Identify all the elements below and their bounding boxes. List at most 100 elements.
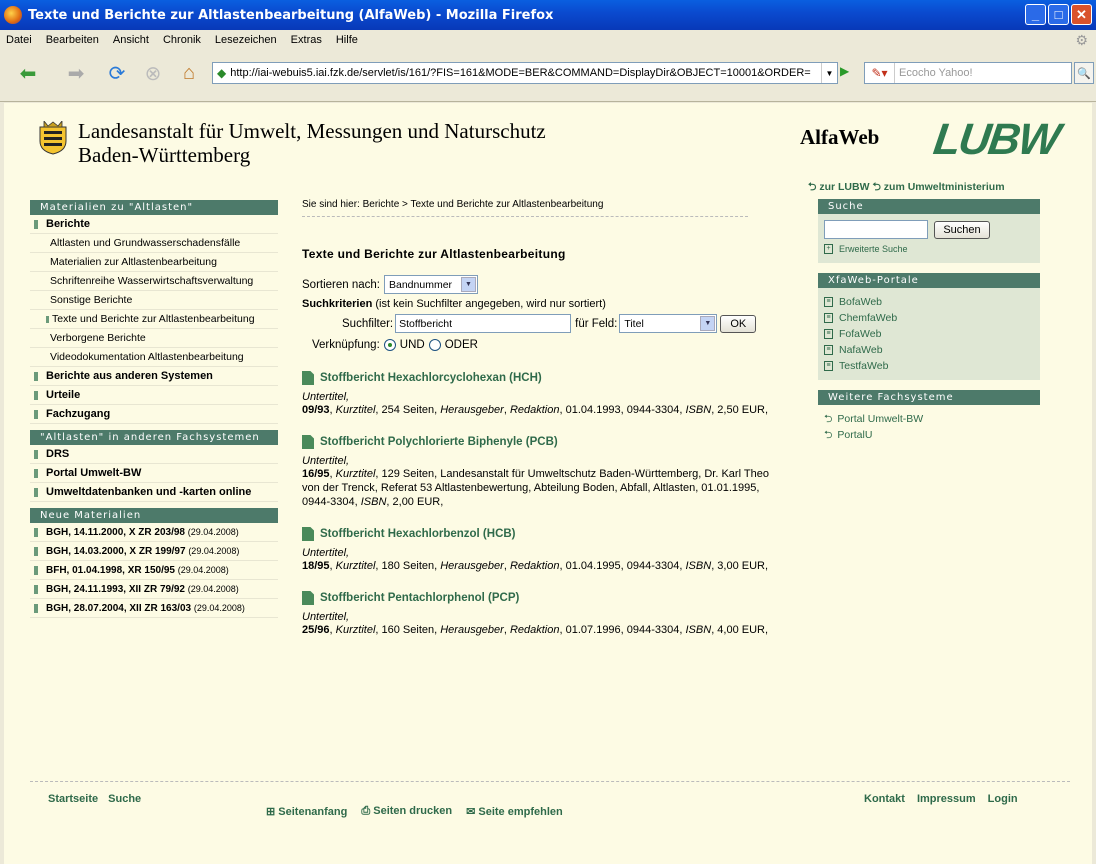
portal-link[interactable]: ≡ FofaWeb <box>818 326 1040 342</box>
left-navigation: Materialien zu "Altlasten" Berichte Altl… <box>30 200 278 618</box>
footer-right-links: Kontakt Impressum Login <box>864 793 1018 805</box>
result-number: 18/95 <box>302 560 330 572</box>
nav-subitem[interactable]: Verborgene Berichte <box>30 329 278 348</box>
search-icon[interactable]: 🔍 <box>1074 62 1094 84</box>
lubw-logo[interactable]: LUBW <box>930 115 1062 165</box>
result-title-link[interactable]: Stoffbericht Hexachlorbenzol (HCB) <box>302 527 782 541</box>
menu-ansicht[interactable]: Ansicht <box>113 34 149 46</box>
recommend-link[interactable]: ✉ Seite empfehlen <box>466 805 563 818</box>
imprint-link[interactable]: Impressum <box>917 793 976 805</box>
result-meta: 25/96, Kurztitel, 160 Seiten, Herausgebe… <box>302 624 769 636</box>
portal-label: ChemfaWeb <box>839 312 898 324</box>
system-link[interactable]: ⮌ PortalU <box>818 427 1040 443</box>
field-value: Titel <box>624 317 644 330</box>
result-text: , 254 Seiten, <box>375 404 441 416</box>
minimize-button[interactable]: _ <box>1025 4 1046 25</box>
advanced-search-link[interactable]: + Erweiterte Suche <box>818 241 1040 257</box>
url-bar[interactable]: ◆ http://iai-webuis5.iai.fzk.de/servlet/… <box>212 62 838 84</box>
page-icon: ≡ <box>824 329 833 339</box>
app-name: AlfaWeb <box>800 125 880 149</box>
nav-item-urteile[interactable]: Urteile <box>30 386 278 405</box>
result-publisher: Herausgeber <box>440 560 504 572</box>
search-box[interactable]: ✎▾ Ecocho Yahoo! <box>864 62 1072 84</box>
nav-subitem[interactable]: Materialien zur Altlastenbearbeitung <box>30 253 278 272</box>
result-title-link[interactable]: Stoffbericht Polychlorierte Biphenyle (P… <box>302 435 782 449</box>
new-material-date: (29.04.2008) <box>177 565 229 575</box>
forward-button[interactable]: ➡ <box>56 60 96 86</box>
nav-item-fachzugang[interactable]: Fachzugang <box>30 405 278 424</box>
result-editor: Redaktion <box>509 560 560 572</box>
menu-lesezeichen[interactable]: Lesezeichen <box>215 34 277 46</box>
system-link[interactable]: ⮌ Portal Umwelt-BW <box>818 411 1040 427</box>
menu-extras[interactable]: Extras <box>291 34 322 46</box>
field-select[interactable]: Titel ▼ <box>619 314 718 333</box>
url-dropdown-icon[interactable]: ▼ <box>821 63 837 83</box>
new-material-item[interactable]: BFH, 01.04.1998, XR 150/95 (29.04.2008) <box>30 561 278 580</box>
result-short: Kurztitel <box>335 560 376 572</box>
back-button[interactable]: ⬅ <box>6 60 50 86</box>
nav-item-berichte[interactable]: Berichte <box>30 215 278 234</box>
new-material-item[interactable]: BGH, 24.11.1993, XII ZR 79/92 (29.04.200… <box>30 580 278 599</box>
filter-input[interactable]: Stoffbericht <box>395 314 572 333</box>
new-material-item[interactable]: BGH, 28.07.2004, XII ZR 163/03 (29.04.20… <box>30 599 278 618</box>
search-engine-icon[interactable]: ✎▾ <box>865 63 895 83</box>
nav-subitem[interactable]: Altlasten und Grundwasserschadensfälle <box>30 234 278 253</box>
menu-chronik[interactable]: Chronik <box>163 34 201 46</box>
result-short: Kurztitel <box>335 404 376 416</box>
nav-item-drs[interactable]: DRS <box>30 445 278 464</box>
nav-item-portal-umwelt[interactable]: Portal Umwelt-BW <box>30 464 278 483</box>
sort-select[interactable]: Bandnummer ▼ <box>384 275 478 294</box>
link-lubw[interactable]: zur LUBW <box>819 181 869 193</box>
link-umweltministerium[interactable]: zum Umweltministerium <box>884 181 1005 193</box>
result-short: Kurztitel <box>335 468 376 480</box>
result-subtitle: Untertitel, <box>302 547 350 559</box>
breadcrumb: Sie sind hier: Berichte > Texte und Beri… <box>302 199 748 217</box>
result-meta: 16/95, Kurztitel, 129 Seiten, Landesanst… <box>302 468 769 508</box>
nav-subitem[interactable]: Videodokumentation Altlastenbearbeitung <box>30 348 278 367</box>
link-row: Verknüpfung: UND ODER <box>302 339 782 351</box>
footer-divider <box>30 781 1070 782</box>
radio-oder[interactable] <box>428 339 441 351</box>
navigation-toolbar: ⬅ ➡ ⟳ ⊗ ⌂ ◆ http://iai-webuis5.iai.fzk.d… <box>0 50 1096 102</box>
print-link[interactable]: ⎙ Seiten drucken <box>361 805 452 818</box>
page-top-link[interactable]: ⊞ Seitenanfang <box>266 805 347 818</box>
nav-item-umweltdatenbanken[interactable]: Umweltdatenbanken und -karten online <box>30 483 278 502</box>
menu-bearbeiten[interactable]: Bearbeiten <box>46 34 99 46</box>
footer-search-link[interactable]: Suche <box>108 793 141 805</box>
menu-datei[interactable]: Datei <box>6 34 32 46</box>
ok-button[interactable]: OK <box>720 314 757 333</box>
stop-icon[interactable]: ⊗ <box>138 60 168 86</box>
portal-link[interactable]: ≡ BofaWeb <box>818 294 1040 310</box>
result-text: , 2,50 EUR, <box>711 404 769 416</box>
nav-subitem[interactable]: Sonstige Berichte <box>30 291 278 310</box>
menu-hilfe[interactable]: Hilfe <box>336 34 358 46</box>
portals-panel: XfaWeb-Portale ≡ BofaWeb ≡ ChemfaWeb ≡ Fofa… <box>818 273 1040 380</box>
portal-link[interactable]: ≡ TestfaWeb <box>818 358 1040 374</box>
result-title-link[interactable]: Stoffbericht Hexachlorcyclohexan (HCH) <box>302 371 782 385</box>
reload-icon[interactable]: ⟳ <box>102 60 132 86</box>
portal-label: FofaWeb <box>839 328 882 340</box>
more-systems-title: Weitere Fachsysteme <box>818 390 1040 405</box>
nav-item-other-systems[interactable]: Berichte aus anderen Systemen <box>30 367 278 386</box>
search-panel: Suche Suchen + Erweiterte Suche <box>818 199 1040 263</box>
search-submit-button[interactable]: Suchen <box>934 220 990 239</box>
new-material-item[interactable]: BGH, 14.03.2000, X ZR 199/97 (29.04.2008… <box>30 542 278 561</box>
new-material-item[interactable]: BGH, 14.11.2000, X ZR 203/98 (29.04.2008… <box>30 523 278 542</box>
nav-subitem[interactable]: Schriftenreihe Wasserwirtschaftsverwaltu… <box>30 272 278 291</box>
filter-row: Suchfilter: Stoffbericht für Feld: Titel… <box>302 314 782 333</box>
nav-subitem-current[interactable]: Texte und Berichte zur Altlastenbearbeit… <box>30 310 278 329</box>
radio-und[interactable] <box>383 339 396 351</box>
result-text: , 01.04.1993, 0944-3304, <box>559 404 686 416</box>
close-button[interactable]: ✕ <box>1071 4 1092 25</box>
portal-link[interactable]: ≡ NafaWeb <box>818 342 1040 358</box>
maximize-button[interactable]: □ <box>1048 4 1069 25</box>
home-icon[interactable]: ⌂ <box>174 60 204 86</box>
go-icon[interactable]: ▶ <box>840 64 854 82</box>
portal-link[interactable]: ≡ ChemfaWeb <box>818 310 1040 326</box>
footer-start-link[interactable]: Startseite <box>48 793 98 805</box>
document-icon <box>302 435 314 449</box>
site-search-input[interactable] <box>824 220 928 239</box>
contact-link[interactable]: Kontakt <box>864 793 905 805</box>
login-link[interactable]: Login <box>988 793 1018 805</box>
result-title-link[interactable]: Stoffbericht Pentachlorphenol (PCP) <box>302 591 782 605</box>
